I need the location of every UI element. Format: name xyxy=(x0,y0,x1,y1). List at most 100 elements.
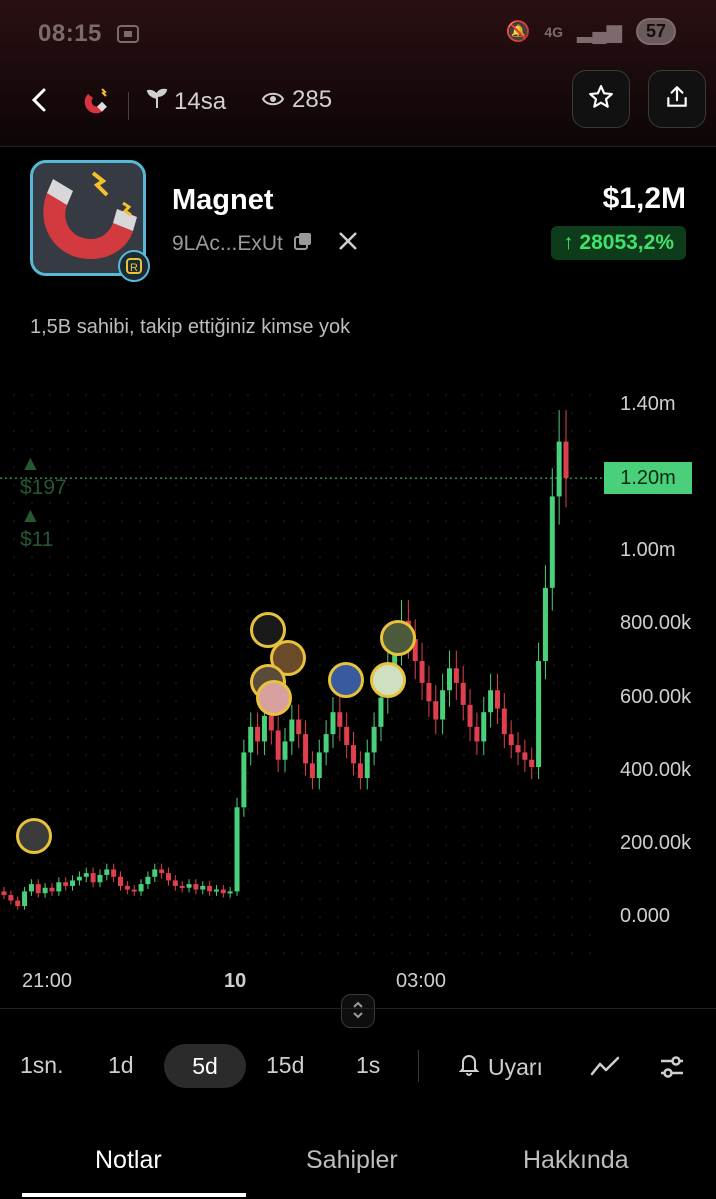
grid-dot xyxy=(283,484,285,486)
grid-dot xyxy=(265,574,267,576)
grid-dot xyxy=(85,466,87,468)
grid-dot xyxy=(373,862,375,864)
line-chart-icon[interactable] xyxy=(590,1054,620,1085)
grid-dot xyxy=(175,574,177,576)
timeframe-1s[interactable]: 1s xyxy=(356,1052,380,1079)
grid-dot xyxy=(121,556,123,558)
grid-dot xyxy=(589,394,591,396)
status-indicators: 🔕 4G ▂▄▆ 57 xyxy=(505,18,676,45)
grid-dot xyxy=(499,952,501,954)
candle-body xyxy=(323,734,329,753)
grid-dot xyxy=(139,628,141,630)
grid-dot xyxy=(391,394,393,396)
x-twitter-icon[interactable] xyxy=(337,230,359,258)
grid-dot xyxy=(481,430,483,432)
share-button[interactable] xyxy=(648,70,706,128)
grid-dot xyxy=(535,574,537,576)
trader-avatar[interactable] xyxy=(370,662,406,698)
grid-dot xyxy=(49,916,51,918)
grid-dot xyxy=(301,556,303,558)
favorite-button[interactable] xyxy=(572,70,630,128)
grid-dot xyxy=(175,826,177,828)
grid-dot xyxy=(571,844,573,846)
grid-dot xyxy=(67,520,69,522)
grid-dot xyxy=(229,664,231,666)
grid-dot xyxy=(337,862,339,864)
timeframe-5d-active[interactable]: 5d xyxy=(164,1044,246,1088)
grid-dot xyxy=(247,880,249,882)
grid-dot xyxy=(157,808,159,810)
overlay-line-1: ▲ $197 xyxy=(20,452,67,499)
grid-dot xyxy=(553,484,555,486)
grid-dot xyxy=(589,862,591,864)
candle-body xyxy=(275,730,281,760)
grid-dot xyxy=(121,610,123,612)
tab-holders[interactable]: Sahipler xyxy=(306,1146,398,1175)
trader-avatar[interactable] xyxy=(256,680,292,716)
tab-about[interactable]: Hakkında xyxy=(523,1146,629,1175)
trader-avatar[interactable] xyxy=(16,818,52,854)
candle-body xyxy=(351,745,357,764)
copy-icon[interactable] xyxy=(293,231,313,257)
grid-dot xyxy=(535,880,537,882)
grid-dot xyxy=(499,880,501,882)
grid-dot xyxy=(67,754,69,756)
grid-dot xyxy=(247,682,249,684)
grid-dot xyxy=(589,718,591,720)
trader-avatar[interactable] xyxy=(380,620,416,656)
grid-dot xyxy=(499,916,501,918)
tab-notes[interactable]: Notlar xyxy=(95,1146,162,1175)
grid-dot xyxy=(499,628,501,630)
settings-sliders-icon[interactable] xyxy=(658,1054,686,1085)
timeframe-1sn[interactable]: 1sn. xyxy=(20,1052,63,1079)
grid-dot xyxy=(337,484,339,486)
grid-dot xyxy=(157,484,159,486)
timeframe-15d[interactable]: 15d xyxy=(266,1052,304,1079)
grid-dot xyxy=(157,574,159,576)
grid-dot xyxy=(103,952,105,954)
grid-dot xyxy=(391,448,393,450)
grid-dot xyxy=(103,916,105,918)
grid-dot xyxy=(211,682,213,684)
grid-dot xyxy=(445,538,447,540)
grid-dot xyxy=(301,430,303,432)
grid-dot xyxy=(553,466,555,468)
grid-dot xyxy=(589,754,591,756)
grid-dot xyxy=(85,538,87,540)
grid-dot xyxy=(103,412,105,414)
grid-dot xyxy=(139,664,141,666)
grid-dot xyxy=(67,682,69,684)
grid-dot xyxy=(571,394,573,396)
grid-dot xyxy=(355,826,357,828)
grid-dot xyxy=(373,790,375,792)
grid-dot xyxy=(355,736,357,738)
token-address-row: 9LAc...ExUt xyxy=(172,230,359,258)
grid-dot xyxy=(517,772,519,774)
grid-dot xyxy=(499,430,501,432)
candle-body xyxy=(159,869,165,874)
alert-button[interactable]: Uyarı xyxy=(458,1052,543,1082)
grid-dot xyxy=(463,430,465,432)
grid-dot xyxy=(211,700,213,702)
y-tick-label: 600.00k xyxy=(620,685,692,708)
grid-dot xyxy=(85,934,87,936)
chart-resize-handle[interactable] xyxy=(341,994,375,1028)
grid-dot xyxy=(103,520,105,522)
grid-dot xyxy=(553,664,555,666)
grid-dot xyxy=(499,808,501,810)
top-nav: 14sa 285 xyxy=(0,68,716,147)
grid-dot xyxy=(589,502,591,504)
grid-dot xyxy=(373,556,375,558)
grid-dot xyxy=(13,808,15,810)
grid-dot xyxy=(139,808,141,810)
grid-dot xyxy=(337,556,339,558)
timeframe-1d[interactable]: 1d xyxy=(108,1052,134,1079)
grid-dot xyxy=(355,448,357,450)
grid-dot xyxy=(337,898,339,900)
grid-dot xyxy=(445,610,447,612)
grid-dot xyxy=(337,646,339,648)
grid-dot xyxy=(463,916,465,918)
back-icon[interactable] xyxy=(26,84,54,124)
grid-dot xyxy=(571,952,573,954)
trader-avatar[interactable] xyxy=(328,662,364,698)
